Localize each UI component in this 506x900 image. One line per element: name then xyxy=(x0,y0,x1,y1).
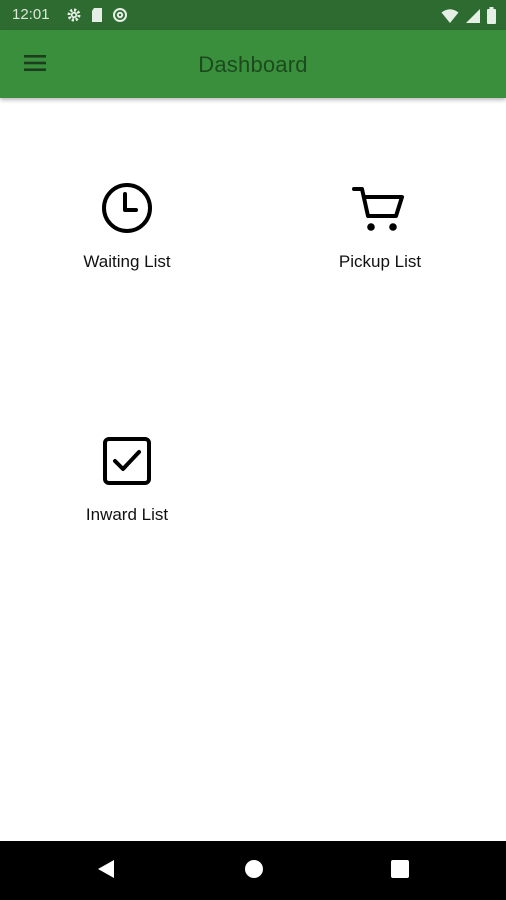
recents-square-icon xyxy=(390,859,410,884)
waiting-list-tile[interactable]: Waiting List xyxy=(27,178,227,308)
nav-recents-button[interactable] xyxy=(380,851,420,891)
checkbox-checked-icon xyxy=(97,431,157,491)
home-circle-icon xyxy=(244,859,264,884)
page-title: Dashboard xyxy=(198,52,308,77)
cell-signal-icon xyxy=(465,8,481,24)
inward-list-label: Inward List xyxy=(85,505,169,524)
at-sign-icon xyxy=(112,7,128,23)
nav-back-button[interactable] xyxy=(86,851,126,891)
clock-icon xyxy=(97,178,157,238)
pickup-list-tile[interactable]: Pickup List xyxy=(280,178,480,308)
sd-card-icon xyxy=(90,7,104,23)
back-triangle-icon xyxy=(96,858,116,885)
system-navigation-bar xyxy=(0,841,506,900)
pickup-list-label: Pickup List xyxy=(338,252,422,271)
app-bar: Dashboard xyxy=(0,30,506,98)
status-time: 12:01 xyxy=(12,6,50,23)
shopping-cart-icon xyxy=(350,178,410,238)
wifi-icon xyxy=(441,8,459,24)
nav-home-button[interactable] xyxy=(234,851,274,891)
battery-icon xyxy=(487,7,496,24)
status-right-icons xyxy=(441,7,496,24)
gear-icon xyxy=(66,7,82,23)
status-bar: 12:01 xyxy=(0,0,506,30)
status-left-icons xyxy=(66,7,128,23)
inward-list-tile[interactable]: Inward List xyxy=(27,431,227,561)
waiting-list-label: Waiting List xyxy=(83,252,171,271)
